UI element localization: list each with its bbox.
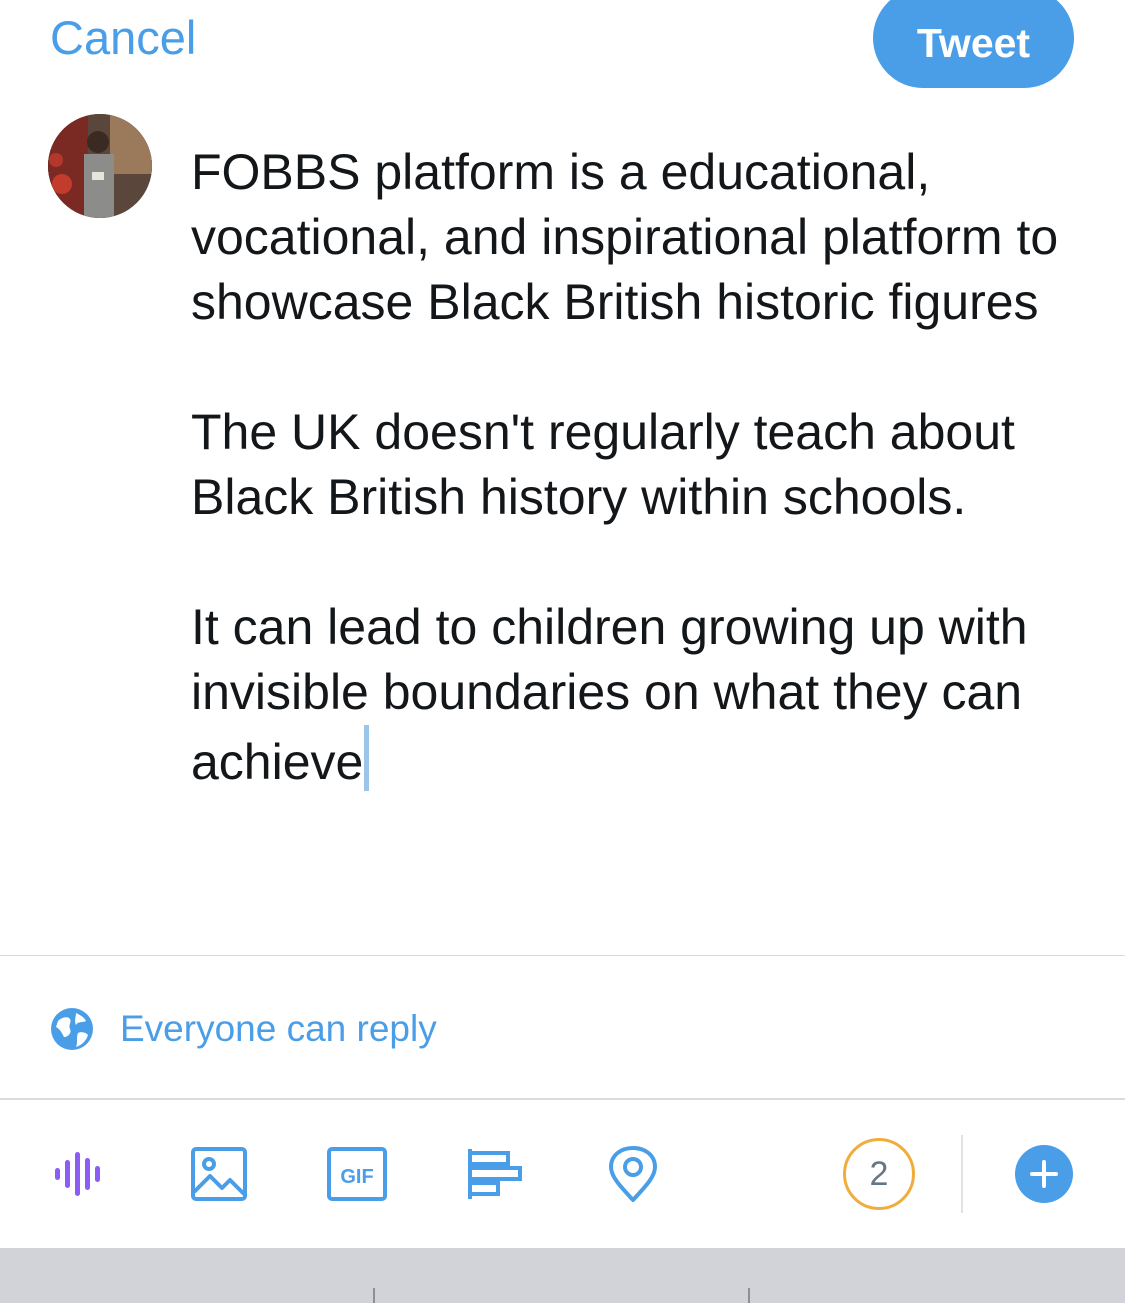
image-icon — [191, 1147, 247, 1201]
gif-button[interactable]: GIF — [326, 1145, 388, 1203]
audio-space-icon — [55, 1152, 100, 1196]
compose-paragraph-3-wrap: It can lead to children growing up with … — [191, 595, 1071, 795]
location-icon — [609, 1146, 657, 1202]
avatar[interactable] — [48, 114, 152, 218]
character-count: 2 — [869, 1154, 889, 1193]
tweet-button[interactable]: Tweet — [873, 0, 1074, 88]
compose-paragraph-1: FOBBS platform is a educational, vocatio… — [191, 144, 1059, 330]
compose-paragraph-3: It can lead to children growing up with … — [191, 599, 1028, 790]
tweet-compose-text[interactable]: FOBBS platform is a educational, vocatio… — [191, 140, 1071, 795]
text-cursor — [364, 725, 370, 791]
compose-paragraph-2: The UK doesn't regularly teach about Bla… — [191, 404, 1015, 525]
cancel-button[interactable]: Cancel — [50, 8, 196, 68]
audio-space-button[interactable] — [52, 1145, 108, 1203]
poll-button[interactable] — [465, 1145, 525, 1203]
avatar-photo — [48, 114, 152, 218]
svg-text:GIF: GIF — [340, 1166, 373, 1188]
add-icon — [1030, 1160, 1058, 1188]
keyboard-area — [0, 1248, 1125, 1303]
globe-icon — [51, 1008, 93, 1050]
gif-icon: GIF — [327, 1147, 387, 1201]
toolbar-divider — [961, 1135, 963, 1213]
image-button[interactable] — [189, 1145, 249, 1203]
tweet-button-label: Tweet — [916, 19, 1031, 66]
keyboard-separator — [373, 1288, 375, 1303]
add-thread-button[interactable] — [1015, 1145, 1073, 1203]
keyboard-separator — [748, 1288, 750, 1303]
divider — [0, 955, 1125, 956]
character-count-ring: 2 — [843, 1138, 915, 1210]
divider — [0, 1098, 1125, 1100]
reply-setting-label: Everyone can reply — [120, 1008, 437, 1049]
reply-setting-button[interactable]: Everyone can reply — [50, 1005, 437, 1053]
location-button[interactable] — [606, 1145, 660, 1203]
poll-icon — [468, 1149, 522, 1199]
